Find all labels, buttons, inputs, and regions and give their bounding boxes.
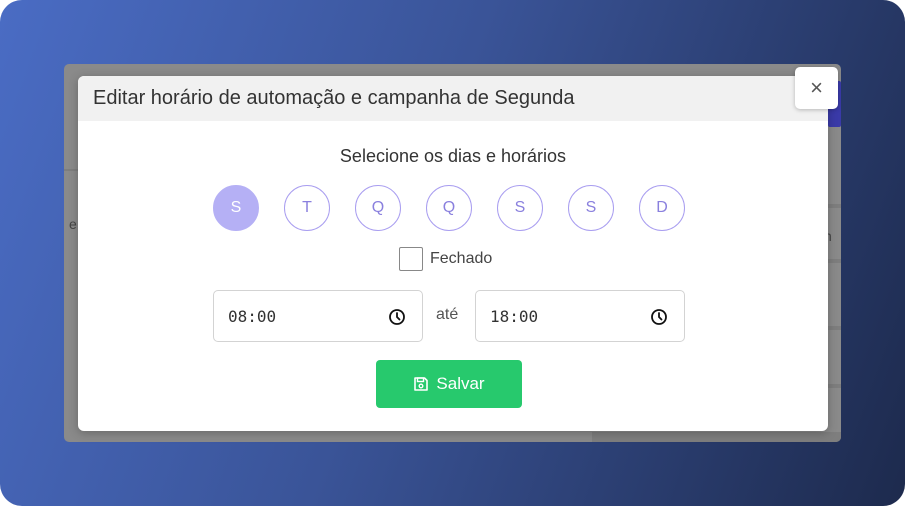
closed-option: Fechado (399, 247, 492, 271)
save-button[interactable]: Salvar (376, 360, 522, 408)
day-button-saturday[interactable]: S (568, 185, 614, 231)
background-divider (828, 204, 841, 208)
day-button-tuesday[interactable]: T (284, 185, 330, 231)
closed-label[interactable]: Fechado (430, 250, 492, 268)
modal-header: Editar horário de automação e campanha d… (78, 76, 828, 121)
edit-schedule-modal: Editar horário de automação e campanha d… (78, 76, 828, 431)
background-divider (64, 169, 78, 171)
day-button-sunday[interactable]: D (639, 185, 685, 231)
end-time-input[interactable]: 18:00 (475, 290, 685, 342)
close-button[interactable]: × (795, 67, 838, 109)
background-divider (828, 384, 841, 388)
day-button-thursday[interactable]: Q (426, 185, 472, 231)
background-footer (592, 432, 841, 442)
modal-title: Editar horário de automação e campanha d… (93, 87, 575, 109)
background-text-left: e (69, 216, 77, 232)
closed-checkbox[interactable] (399, 247, 423, 271)
screenshot-frame: e n Editar horário de automação e campan… (0, 0, 905, 506)
background-divider (828, 259, 841, 263)
time-separator-label: até (436, 306, 459, 323)
start-time-value: 08:00 (228, 307, 277, 326)
day-button-monday[interactable]: S (213, 185, 259, 231)
clock-icon[interactable] (388, 308, 406, 326)
section-title: Selecione os dias e horários (339, 146, 567, 166)
day-button-friday[interactable]: S (497, 185, 543, 231)
background-divider (828, 326, 841, 330)
start-time-input[interactable]: 08:00 (213, 290, 423, 342)
clock-icon[interactable] (650, 308, 668, 326)
save-button-label: Salvar (436, 374, 485, 393)
floppy-disk-icon (414, 377, 429, 391)
day-button-wednesday[interactable]: Q (355, 185, 401, 231)
end-time-value: 18:00 (490, 307, 539, 326)
